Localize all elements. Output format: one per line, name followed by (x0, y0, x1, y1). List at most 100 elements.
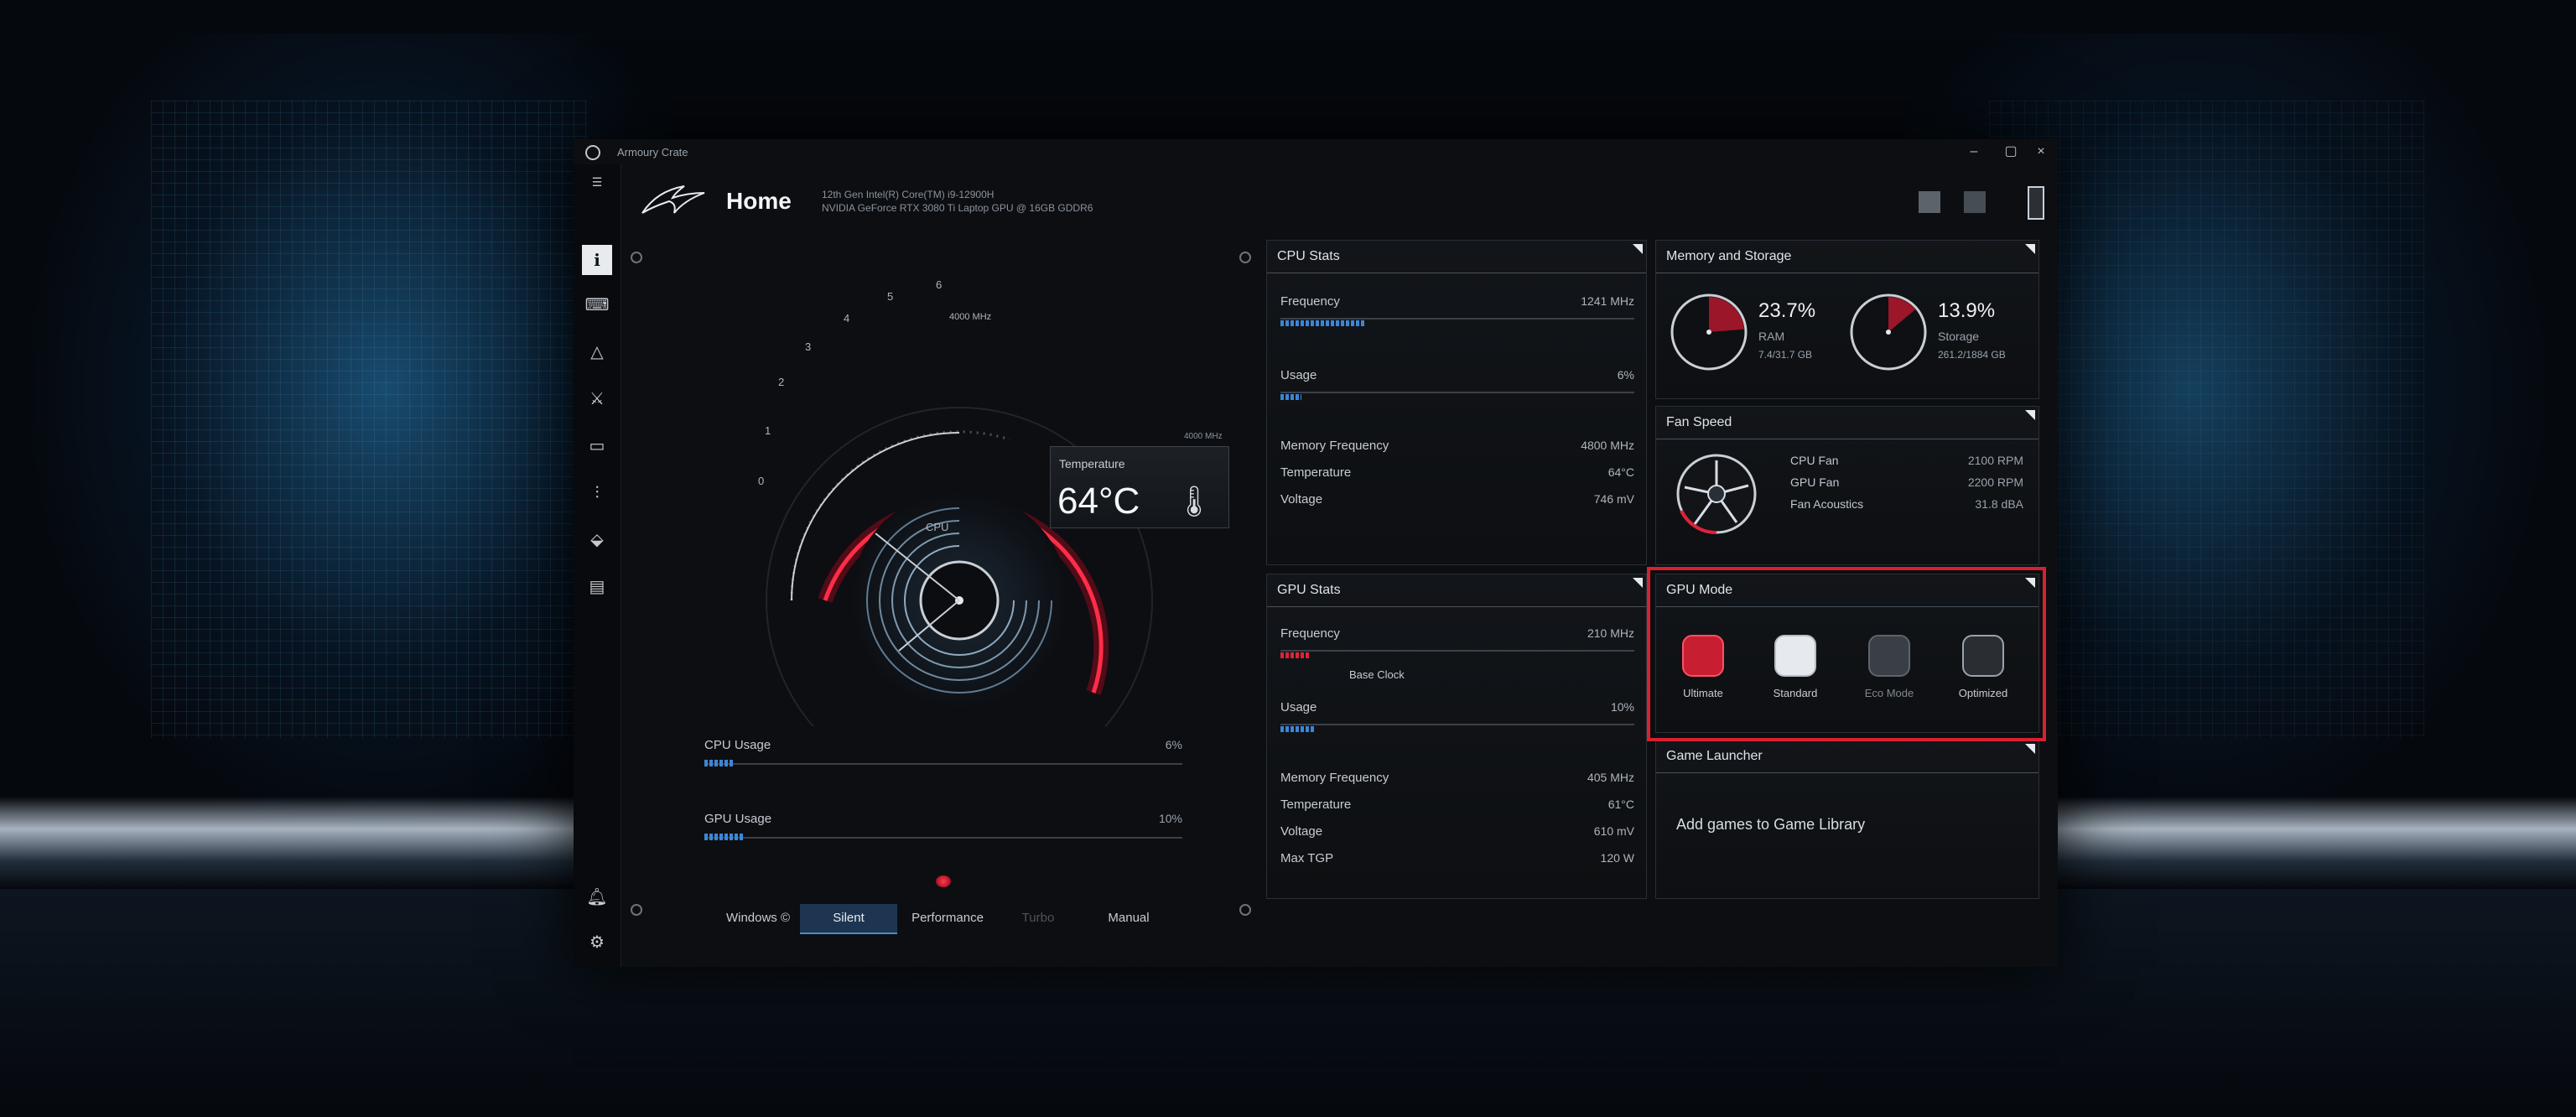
gpu-mode-standard[interactable]: Standard (1757, 635, 1834, 710)
menu-icon[interactable]: ☰ (582, 174, 612, 190)
maximize-button[interactable]: ▢ (1994, 143, 2028, 161)
widget-edit-button[interactable] (1964, 191, 1986, 213)
sidebar-item-deals[interactable]: ⬙ (582, 525, 612, 555)
panel-corner-icon (2025, 244, 2035, 254)
minimize-button[interactable]: – (1957, 143, 1991, 161)
mode-windows[interactable]: Windows © (708, 904, 808, 933)
gpu-tgp-value: 120 W (1600, 851, 1634, 865)
rog-logo-icon (641, 185, 705, 214)
cpu-voltage-label: Voltage (1280, 492, 1323, 507)
gpu-voltage-label: Voltage (1280, 824, 1323, 839)
gauge-cpu-caption: CPU (926, 521, 949, 533)
gpu-temp-label: Temperature (1280, 797, 1352, 812)
panel-corner-icon (2025, 410, 2035, 420)
ultimate-icon (1682, 635, 1724, 677)
ram-ring (1670, 294, 1748, 371)
cpu-model: 12th Gen Intel(R) Core(TM) i9-12900H (822, 189, 995, 200)
gpu-mode-optimized[interactable]: Optimized (1945, 635, 2022, 710)
fan-icon (1676, 454, 1757, 535)
memory-storage-panel: Memory and Storage 23.7% RAM 7.4/31.7 GB… (1655, 240, 2039, 399)
sidebar-item-settings[interactable]: ⚙ (582, 927, 612, 958)
sidebar: ☰ i ⌨ △ ⚔ ▭ ⫶ ⬙ ▤ 🔔︎ ⚙ (574, 164, 621, 967)
mode-turbo[interactable]: Turbo (996, 904, 1080, 933)
cpu-usage-stat-row: Usage 6% (1280, 368, 1634, 382)
gpu-mode-eco-label: Eco Mode (1864, 687, 1914, 699)
gpu-fan-row: GPU Fan 2200 RPM (1790, 475, 2023, 489)
gpu-mode-eco[interactable]: Eco Mode (1851, 635, 1928, 710)
gpu-mem-freq-row: Memory Frequency 405 MHz (1280, 771, 1634, 785)
gpu-mode-standard-label: Standard (1773, 687, 1818, 699)
page-dot-bottom-left[interactable] (631, 904, 642, 916)
sidebar-item-home[interactable]: i (582, 245, 612, 275)
ram-detail: 7.4/31.7 GB (1758, 349, 1813, 361)
home-info-icon: i (594, 250, 600, 270)
sidebar-item-settings-sliders[interactable]: ⫶ (582, 478, 612, 508)
cpu-fan-label: CPU Fan (1790, 454, 1839, 467)
cpu-frequency-label: Frequency (1280, 294, 1340, 309)
cpu-voltage-row: Voltage 746 mV (1280, 492, 1634, 507)
system-info: 12th Gen Intel(R) Core(TM) i9-12900H NVI… (822, 188, 1093, 215)
sidebar-item-library[interactable]: ▤ (582, 572, 612, 602)
gpu-temp-value: 61°C (1607, 797, 1634, 811)
app-logo-icon (585, 145, 600, 160)
background-grid-left (151, 101, 587, 738)
gpu-voltage-value: 610 mV (1593, 824, 1634, 838)
cpu-temp-row: Temperature 64°C (1280, 465, 1634, 480)
game-launcher-header: Game Launcher (1656, 740, 2038, 773)
sliders-icon: ⫶ (595, 484, 600, 502)
gpu-usage-bar (704, 834, 743, 840)
cpu-stats-header: CPU Stats (1267, 241, 1646, 273)
gpu-stats-header: GPU Stats (1267, 574, 1646, 607)
battery-icon (2028, 186, 2044, 220)
mode-silent[interactable]: Silent (800, 904, 897, 934)
fan-speed-title: Fan Speed (1666, 415, 1732, 429)
gpu-mode-optimized-label: Optimized (1958, 687, 2008, 699)
gpu-base-clock-label: Base Clock (1349, 668, 1405, 681)
cpu-mem-freq-label: Memory Frequency (1280, 439, 1389, 453)
mode-performance[interactable]: Performance (899, 904, 996, 933)
close-button[interactable]: × (2024, 143, 2058, 161)
gpu-fan-label: GPU Fan (1790, 475, 1840, 489)
widget-layout-button[interactable] (1919, 191, 1940, 213)
gauge-tick-3: 3 (805, 340, 812, 353)
temp-box-readout: 4000 MHz (1184, 432, 1223, 441)
gpu-mode-panel: GPU Mode Ultimate Standard Eco Mode Opti… (1655, 574, 2039, 733)
gauge-readout: 4000 MHz (949, 312, 992, 322)
ram-percent: 23.7% (1758, 299, 1816, 322)
page-dot-bottom-mid[interactable] (1239, 904, 1251, 916)
app-window: Armoury Crate – ▢ × ☰ i ⌨ △ ⚔ ▭ ⫶ ⬙ ▤ 🔔︎… (574, 139, 2058, 967)
gpu-mode-ultimate[interactable]: Ultimate (1665, 635, 1742, 710)
gpu-stats-panel: GPU Stats Frequency 210 MHz Base Clock U… (1266, 574, 1647, 899)
gpu-usage-stat-label: Usage (1280, 700, 1317, 714)
sidebar-item-aura[interactable]: △ (582, 337, 612, 367)
cpu-usage-value: 6% (1165, 738, 1182, 751)
storage-label: Storage (1938, 330, 1980, 343)
memory-storage-header: Memory and Storage (1656, 241, 2038, 273)
cpu-frequency-value: 1241 MHz (1581, 294, 1634, 308)
sidebar-item-notifications[interactable]: 🔔︎ (582, 882, 612, 912)
cpu-voltage-value: 746 mV (1593, 492, 1634, 506)
gpu-mode-header: GPU Mode (1656, 574, 2038, 607)
keyboard-icon: ⌨ (584, 296, 610, 314)
mode-manual[interactable]: Manual (1087, 904, 1171, 933)
gauge-tick-4: 4 (844, 312, 850, 325)
add-games-link[interactable]: Add games to Game Library (1676, 816, 1865, 834)
thermometer-icon: 🌡︎ (1175, 484, 1213, 518)
fan-acoustics-label: Fan Acoustics (1790, 497, 1864, 511)
gauge-tick-6: 6 (936, 278, 943, 291)
gpu-mem-freq-value: 405 MHz (1587, 771, 1634, 784)
tag-icon: ⬙ (590, 531, 604, 549)
mode-indicator-dot (936, 875, 951, 887)
cpu-frequency-row: Frequency 1241 MHz (1280, 294, 1634, 309)
sidebar-item-armoury[interactable]: ⚔ (582, 384, 612, 414)
gpu-frequency-bar (1280, 652, 1309, 658)
page-dot-top-left[interactable] (631, 252, 642, 263)
cpu-usage-stat-value: 6% (1617, 368, 1634, 382)
page-dot-top-mid[interactable] (1239, 252, 1251, 263)
temperature-value: 64°C (1057, 481, 1140, 522)
gpu-tgp-label: Max TGP (1280, 851, 1334, 865)
gpu-usage-stat-value: 10% (1610, 700, 1634, 714)
gpu-stats-title: GPU Stats (1277, 583, 1341, 597)
sidebar-item-devices[interactable]: ⌨ (582, 290, 612, 320)
sidebar-item-gamevisual[interactable]: ▭ (582, 431, 612, 461)
